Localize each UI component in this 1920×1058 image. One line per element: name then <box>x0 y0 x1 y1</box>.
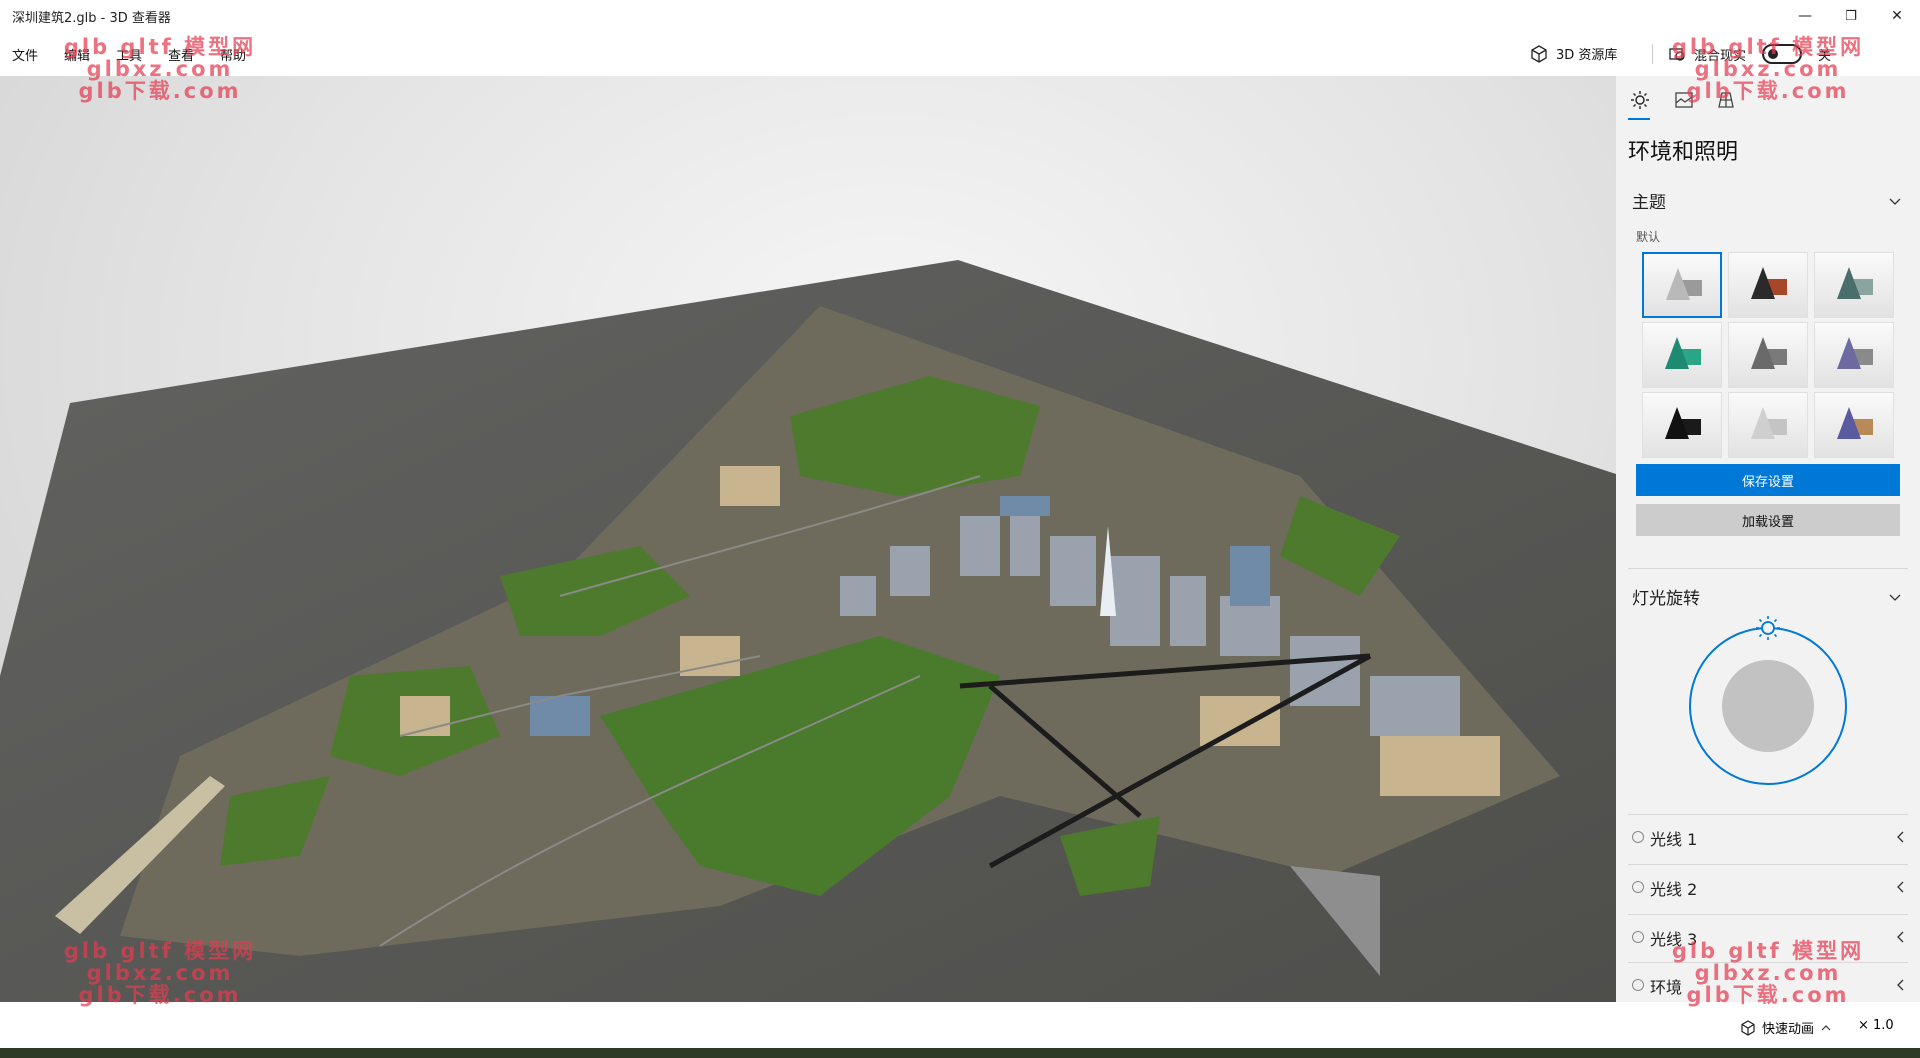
theme-preview-icon <box>1751 267 1787 299</box>
active-tab-indicator <box>1628 118 1650 120</box>
tab-grid[interactable] <box>1714 88 1738 112</box>
light-divider <box>1628 962 1908 963</box>
save-settings-button[interactable]: 保存设置 <box>1636 464 1900 496</box>
light-2-radio[interactable] <box>1632 881 1644 893</box>
grid-icon <box>1718 92 1734 108</box>
environment-panel: 环境和照明 主题 默认 保存设置 加载设置 灯光旋转 光线 1 光线 2 光线 … <box>1616 76 1920 1002</box>
theme-preview-icon <box>1751 407 1787 439</box>
light-row-3[interactable]: 光线 3 <box>1632 926 1908 950</box>
theme-thumbnail[interactable] <box>1728 322 1808 388</box>
3d-library-label: 3D 资源库 <box>1556 48 1618 63</box>
chevron-up-icon <box>1821 1024 1831 1030</box>
light-divider <box>1628 914 1908 915</box>
theme-thumbnail[interactable] <box>1642 392 1722 458</box>
light-3-radio[interactable] <box>1632 931 1644 943</box>
light-1-radio[interactable] <box>1632 831 1644 843</box>
theme-preview-icon <box>1665 407 1701 439</box>
playback-speed[interactable]: × 1.0 <box>1858 1018 1894 1033</box>
theme-grid <box>1642 252 1904 458</box>
3d-viewport[interactable] <box>0 76 1616 1002</box>
chevron-down-icon[interactable] <box>1888 194 1902 208</box>
section-divider <box>1628 568 1908 569</box>
mixed-reality-label: 混合现实 <box>1694 48 1747 64</box>
menu-file[interactable]: 文件 <box>12 45 38 64</box>
light-divider <box>1628 814 1908 815</box>
panel-title: 环境和照明 <box>1628 140 1739 165</box>
tab-environment[interactable] <box>1672 88 1696 112</box>
chevron-left-icon[interactable] <box>1894 880 1908 894</box>
tab-lighting[interactable] <box>1628 88 1652 112</box>
menu-bar: 文件 编辑 工具 查看 帮助 3D 资源库 混合现实 关 <box>0 32 1920 76</box>
theme-thumbnail[interactable] <box>1814 252 1894 318</box>
animation-icon <box>1741 1019 1755 1036</box>
sun-icon <box>1631 91 1649 109</box>
light-rotation-dial[interactable] <box>1688 616 1848 786</box>
light-2-label: 光线 2 <box>1650 880 1698 899</box>
theme-thumbnail[interactable] <box>1728 252 1808 318</box>
menu-view[interactable]: 查看 <box>168 45 194 64</box>
city-model <box>0 260 1616 1002</box>
theme-preview-icon <box>1666 268 1702 300</box>
light-divider <box>1628 864 1908 865</box>
restore-button[interactable]: ❐ <box>1828 0 1874 32</box>
chevron-left-icon[interactable] <box>1894 978 1908 992</box>
light-rotation-section-header[interactable]: 灯光旋转 <box>1632 584 1700 609</box>
light-1-label: 光线 1 <box>1650 830 1698 849</box>
ambient-radio[interactable] <box>1632 979 1644 991</box>
close-button[interactable]: ✕ <box>1874 0 1920 32</box>
theme-thumbnail[interactable] <box>1728 392 1808 458</box>
theme-preview-icon <box>1751 337 1787 369</box>
light-row-1[interactable]: 光线 1 <box>1632 826 1908 850</box>
theme-preview-icon <box>1837 337 1873 369</box>
menu-help[interactable]: 帮助 <box>220 45 246 64</box>
cube-icon <box>1531 44 1547 63</box>
quick-animation-label: 快速动画 <box>1762 1022 1815 1037</box>
theme-thumbnail[interactable] <box>1814 322 1894 388</box>
theme-thumbnail[interactable] <box>1642 252 1722 318</box>
theme-thumbnail[interactable] <box>1642 322 1722 388</box>
chevron-left-icon[interactable] <box>1894 930 1908 944</box>
light-3-label: 光线 3 <box>1650 930 1698 949</box>
theme-section-header[interactable]: 主题 <box>1632 188 1666 213</box>
title-bar: 深圳建筑2.glb - 3D 查看器 — ❐ ✕ <box>0 0 1920 32</box>
theme-preview-icon <box>1665 337 1701 369</box>
load-settings-button[interactable]: 加载设置 <box>1636 504 1900 536</box>
theme-preview-icon <box>1837 267 1873 299</box>
theme-thumbnail[interactable] <box>1814 392 1894 458</box>
menu-separator <box>1652 44 1653 64</box>
taskbar-strip <box>0 1048 1920 1058</box>
menu-edit[interactable]: 编辑 <box>64 45 90 64</box>
chevron-down-icon[interactable] <box>1888 590 1902 604</box>
toggle-state-label: 关 <box>1818 48 1832 64</box>
window-title: 深圳建筑2.glb - 3D 查看器 <box>12 11 171 26</box>
theme-default-label: 默认 <box>1636 230 1661 244</box>
menu-tools[interactable]: 工具 <box>116 45 142 64</box>
minimize-button[interactable]: — <box>1782 0 1828 32</box>
chevron-left-icon[interactable] <box>1894 830 1908 844</box>
mixed-reality-toggle[interactable] <box>1762 44 1803 64</box>
mixed-reality-icon <box>1669 48 1685 61</box>
ambient-label: 环境 <box>1650 978 1683 997</box>
theme-preview-icon <box>1837 407 1873 439</box>
3d-library-button[interactable]: 3D 资源库 <box>1530 44 1617 63</box>
status-bar: 快速动画 × 1.0 <box>0 1002 1920 1048</box>
mixed-reality-control[interactable]: 混合现实 关 <box>1668 44 1831 64</box>
quick-animation-button[interactable]: 快速动画 <box>1740 1018 1832 1037</box>
environment-icon <box>1675 92 1693 108</box>
light-row-ambient[interactable]: 环境 <box>1632 974 1908 998</box>
light-row-2[interactable]: 光线 2 <box>1632 876 1908 900</box>
